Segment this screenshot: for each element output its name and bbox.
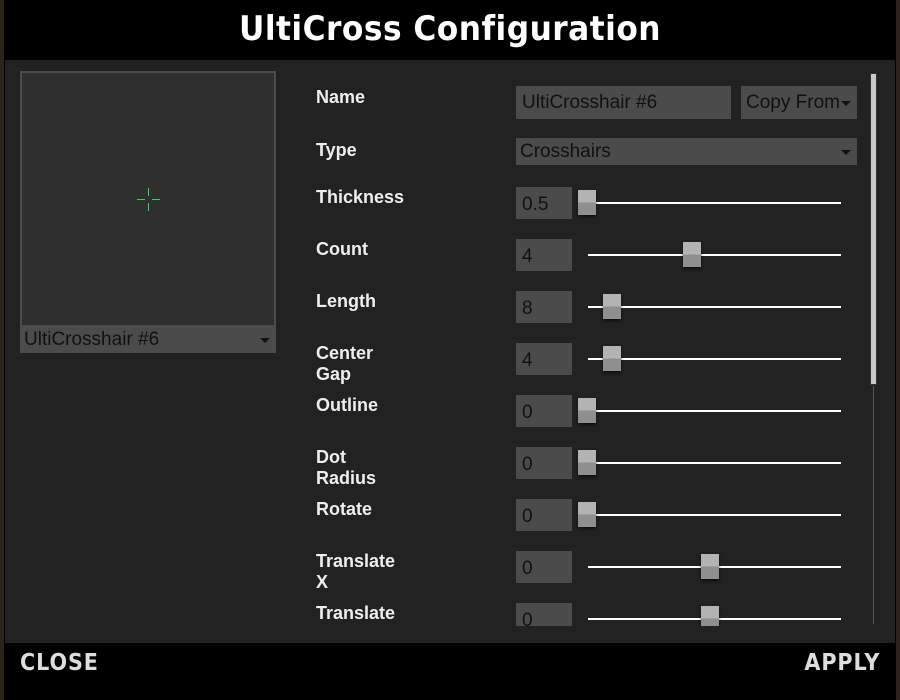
rotate-value-input[interactable]: 0: [516, 499, 572, 531]
slider-list: Thickness 0.5 Count 4 Length 8 Center Gap 4 Outl…: [5, 60, 895, 626]
length-label: Length: [316, 291, 376, 311]
dot-radius-label: Dot Radius: [316, 447, 377, 488]
length-slider-track[interactable]: [588, 306, 841, 308]
translate-x-value-input[interactable]: 0: [516, 551, 572, 583]
apply-button[interactable]: APPLY: [804, 650, 880, 676]
center-gap-label: Center Gap: [316, 343, 374, 384]
center-gap-value-input[interactable]: 4: [516, 343, 572, 375]
thickness-label: Thickness: [316, 187, 405, 207]
translate-y-value-input[interactable]: 0: [516, 603, 572, 626]
outline-slider-track[interactable]: [588, 410, 841, 412]
window-title: UltiCross Configuration: [238, 9, 662, 49]
window-edge-right: [896, 0, 900, 700]
outline-slider-thumb[interactable]: [578, 398, 596, 423]
close-button[interactable]: CLOSE: [20, 650, 99, 676]
translate-x-slider-thumb[interactable]: [701, 554, 719, 579]
window-edge-left: [0, 0, 4, 700]
translate-x-label: Translate X: [316, 551, 396, 592]
rotate-label: Rotate: [316, 499, 373, 519]
length-value-input[interactable]: 8: [516, 291, 572, 323]
dot-radius-slider-track[interactable]: [588, 462, 841, 464]
outline-value-input[interactable]: 0: [516, 395, 572, 427]
count-slider-track[interactable]: [588, 254, 841, 256]
rotate-slider-track[interactable]: [588, 514, 841, 516]
thickness-slider-thumb[interactable]: [578, 190, 596, 215]
dot-radius-value-input[interactable]: 0: [516, 447, 572, 479]
length-slider-thumb[interactable]: [603, 294, 621, 319]
translate-y-label: Translate Y: [316, 603, 396, 626]
rotate-slider-thumb[interactable]: [578, 502, 596, 527]
count-value-input[interactable]: 4: [516, 239, 572, 271]
dot-radius-slider-thumb[interactable]: [578, 450, 596, 475]
outline-label: Outline: [316, 395, 378, 415]
count-slider-thumb[interactable]: [683, 242, 701, 267]
count-label: Count: [316, 239, 368, 259]
translate-y-slider-thumb[interactable]: [701, 606, 719, 626]
thickness-value-input[interactable]: 0.5: [516, 187, 572, 219]
thickness-slider-track[interactable]: [588, 202, 841, 204]
center-gap-slider-track[interactable]: [588, 358, 841, 360]
center-gap-slider-thumb[interactable]: [603, 346, 621, 371]
ulticross-config-window: UltiCross Configuration UltiCrosshair #6…: [0, 0, 900, 700]
